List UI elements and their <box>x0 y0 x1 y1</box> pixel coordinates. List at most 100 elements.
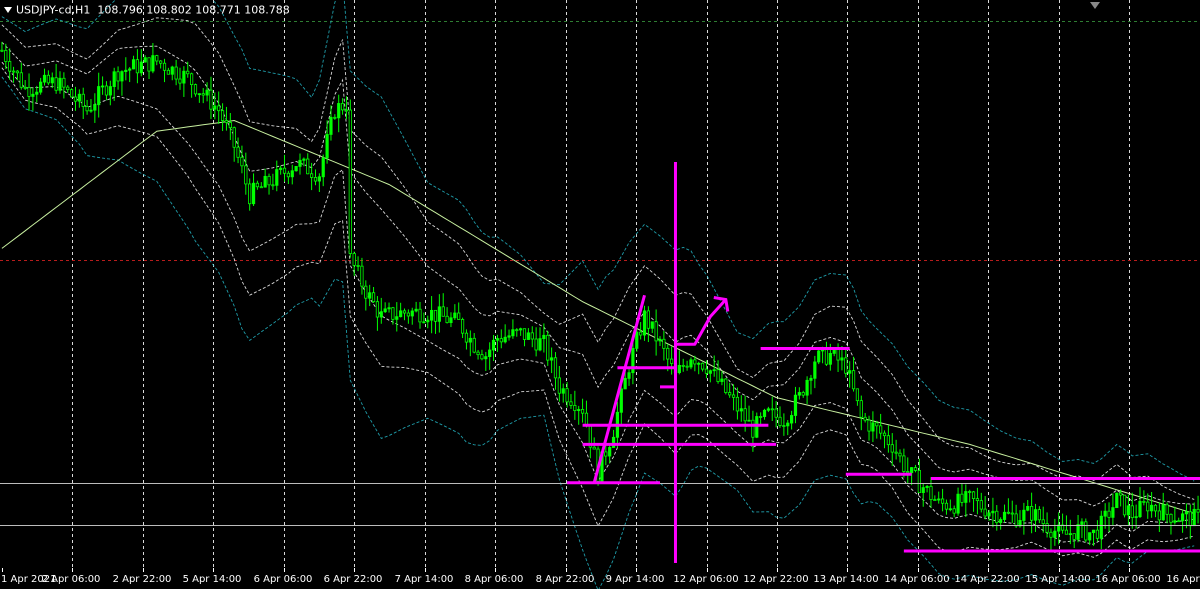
candle-body <box>193 84 198 95</box>
candle-body <box>1002 511 1007 520</box>
candle-body <box>642 310 647 336</box>
candle-body <box>1091 529 1096 534</box>
ohlc-values: 108.796 108.802 108.771 108.788 <box>97 3 290 17</box>
candle-body <box>940 498 945 504</box>
candle-body <box>147 57 151 72</box>
candle-body <box>1010 512 1014 515</box>
candle-body <box>364 285 368 299</box>
candle-body <box>414 308 418 312</box>
candle-body <box>867 419 871 432</box>
candle-body <box>1088 532 1092 541</box>
candle-body <box>1142 500 1146 503</box>
candle-body <box>85 106 89 112</box>
candle-body <box>491 339 496 351</box>
chevron-down-icon[interactable] <box>4 7 12 13</box>
candle-body <box>131 59 136 70</box>
candle-body <box>902 455 906 472</box>
candle-body <box>31 93 35 97</box>
candle-body <box>395 316 399 320</box>
candle-body <box>855 388 860 402</box>
candle-body <box>944 502 949 510</box>
candle-body <box>817 350 821 363</box>
candle-body <box>1041 519 1045 525</box>
candle-body <box>19 72 23 88</box>
candle-body <box>441 306 445 317</box>
candle-body <box>402 310 407 314</box>
candle-body <box>592 446 596 450</box>
candle-body <box>151 55 155 72</box>
candle-body <box>809 377 813 381</box>
candle-body <box>898 452 902 457</box>
candle-body <box>433 309 438 322</box>
candle-body <box>399 310 403 318</box>
candle-body <box>4 50 8 62</box>
candle-body <box>503 336 507 343</box>
x-tick-label: 14 Apr 22:00 <box>954 574 1019 585</box>
candle-body <box>774 408 778 418</box>
candle-body <box>248 183 252 205</box>
candle-body <box>480 354 484 360</box>
candle-body <box>430 309 434 321</box>
candle-body <box>139 61 143 74</box>
candle-body <box>484 356 488 360</box>
candle-body <box>557 377 561 394</box>
x-tick-label: 2 Apr 06:00 <box>42 574 101 585</box>
candle-body <box>240 156 244 167</box>
candle-body <box>890 444 894 453</box>
candle-body <box>46 74 50 84</box>
candle-body <box>793 394 798 416</box>
candle-body <box>1192 508 1196 527</box>
candle-body <box>565 388 569 403</box>
candle-body <box>244 165 248 185</box>
candle-body <box>979 500 983 510</box>
candle-body <box>162 62 167 71</box>
candle-body <box>735 396 740 412</box>
candle-body <box>302 158 306 161</box>
candle-body <box>968 491 972 493</box>
candle-body <box>15 70 20 74</box>
candle-body <box>190 73 194 86</box>
candle-body <box>182 70 186 84</box>
candle-body <box>693 359 697 365</box>
candle-body <box>952 508 956 514</box>
candle-body <box>507 335 511 338</box>
candle-body <box>97 86 101 106</box>
candle-body <box>352 253 356 266</box>
candle-body <box>329 116 333 135</box>
symbol-label: USDJPY-cd,H1 <box>16 3 91 17</box>
candle-body <box>1157 510 1161 521</box>
candle-body <box>1014 513 1018 527</box>
candle-body <box>476 351 480 356</box>
candle-body <box>751 419 755 438</box>
candle-body <box>859 400 863 418</box>
x-tick-label: 16 Apr 22:00 <box>1166 574 1200 585</box>
candle-body <box>236 146 240 158</box>
candle-body <box>708 370 712 374</box>
candle-body <box>650 321 654 329</box>
candle-body <box>62 77 66 88</box>
candle-body <box>8 61 12 72</box>
candle-body <box>220 110 225 121</box>
candle-body <box>720 378 724 382</box>
x-tick-label: 14 Apr 06:00 <box>884 574 949 585</box>
candle-body <box>54 77 58 91</box>
candle-body <box>1165 504 1169 515</box>
x-tick-label: 7 Apr 14:00 <box>395 574 454 585</box>
candle-body <box>573 404 577 412</box>
candle-body <box>522 328 527 340</box>
candle-body <box>697 362 701 365</box>
candle-body <box>1099 515 1103 539</box>
candle-body <box>387 307 391 310</box>
candle-body <box>511 329 515 337</box>
candle-body <box>1107 510 1111 518</box>
candle-body <box>379 311 383 318</box>
candle-body <box>170 66 174 75</box>
candle-body <box>832 349 836 354</box>
candle-body <box>700 362 705 370</box>
candle-body <box>1188 511 1192 527</box>
candle-body <box>360 265 364 287</box>
price-chart[interactable]: 1 Apr 20212 Apr 06:00 2 Apr 22:00 5 Apr 14… <box>0 0 1200 589</box>
x-tick-label: 5 Apr 14:00 <box>183 574 242 585</box>
candle-body <box>1026 506 1030 511</box>
candle-body <box>93 104 97 111</box>
